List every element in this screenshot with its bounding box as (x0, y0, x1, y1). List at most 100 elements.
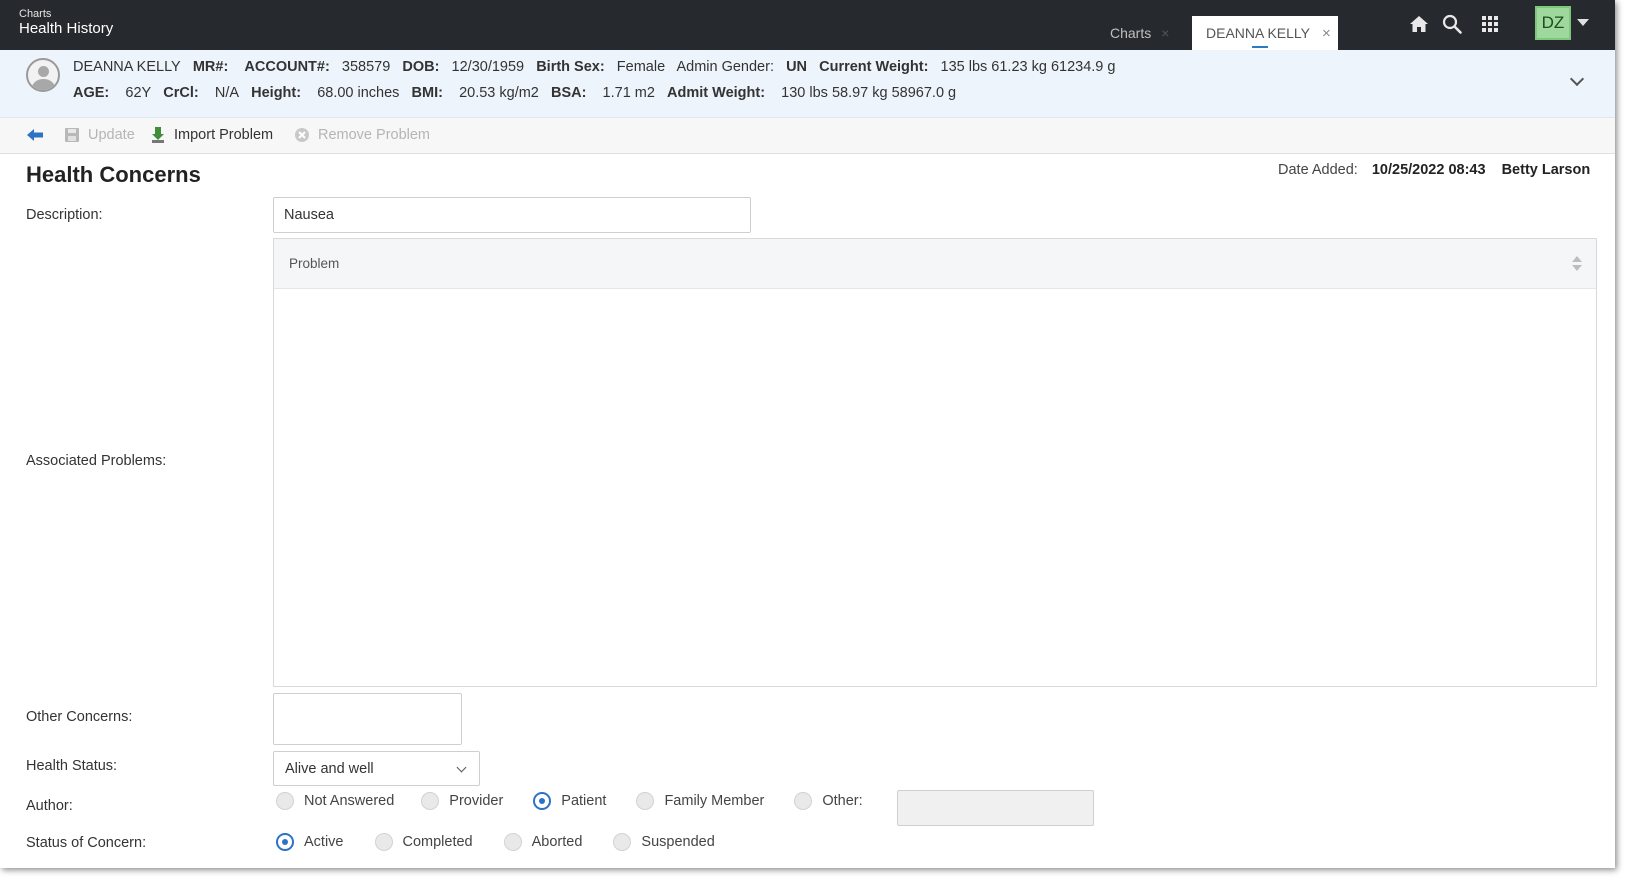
admin-gender-value: UN (786, 59, 808, 75)
app-section-label: Charts (19, 8, 52, 20)
date-added-value: 10/25/2022 08:43 (1371, 162, 1486, 178)
radio-button[interactable] (613, 833, 632, 851)
height-value: 68.00 inches (317, 85, 400, 101)
toolbar: Update Import Problem Remove Problem (0, 118, 1615, 154)
patient-info-row-2: AGE: 62Y CrCl: N/A Height: 68.00 inches … (73, 85, 956, 101)
radio-button[interactable] (421, 792, 440, 810)
back-arrow-icon (27, 129, 43, 141)
crcl-value: N/A (214, 85, 240, 101)
radio-button[interactable] (533, 792, 552, 810)
author-radio-family-member[interactable]: Family Member (636, 792, 764, 810)
dob-label: DOB: (402, 59, 440, 75)
mr-label: MR#: (192, 59, 229, 75)
admit-weight-value: 130 lbs 58.97 kg 58967.0 g (781, 85, 957, 101)
author-radio-group: Not Answered Provider Patient Family Mem… (276, 792, 863, 810)
radio-button[interactable] (794, 792, 813, 810)
author-option-label: Not Answered (304, 793, 395, 809)
author-label: Author: (26, 798, 73, 814)
age-label: AGE: (73, 85, 110, 101)
save-icon (65, 128, 79, 142)
age-value: 62Y (125, 85, 152, 101)
author-other-input[interactable] (897, 790, 1094, 826)
status-option-label: Active (304, 834, 344, 850)
remove-problem-button[interactable]: Remove Problem (294, 127, 430, 143)
patient-info-row-1: DEANNA KELLY MR#: ACCOUNT#: 358579 DOB: … (73, 59, 1115, 75)
other-concerns-label: Other Concerns: (26, 709, 133, 725)
radio-button[interactable] (503, 833, 522, 851)
account-label: ACCOUNT#: (244, 59, 330, 75)
bsa-label: BSA: (550, 85, 587, 101)
app-window: Charts Health History Charts × DEANNA KE… (0, 0, 1615, 868)
sort-down-icon (1572, 265, 1582, 271)
current-weight-value: 135 lbs 61.23 kg 61234.9 g (940, 59, 1116, 75)
birth-sex-value: Female (616, 59, 666, 75)
added-by: Betty Larson (1501, 162, 1591, 178)
author-radio-patient[interactable]: Patient (533, 792, 606, 810)
birth-sex-label: Birth Sex: (536, 59, 605, 75)
tab-charts-close-icon[interactable]: × (1161, 25, 1169, 41)
status-radio-aborted[interactable]: Aborted (503, 833, 583, 851)
page-title: Health Concerns (26, 162, 201, 187)
top-bar: Charts Health History Charts × DEANNA KE… (0, 0, 1615, 50)
patient-avatar-icon (26, 58, 60, 92)
tab-charts[interactable]: Charts × (1098, 16, 1186, 50)
user-menu-caret-icon[interactable] (1577, 19, 1589, 26)
description-field[interactable]: Nausea (273, 197, 751, 233)
status-option-label: Suspended (641, 834, 715, 850)
author-option-label: Provider (449, 793, 504, 809)
status-radio-active[interactable]: Active (276, 833, 344, 851)
bmi-label: BMI: (411, 85, 443, 101)
problem-column-header[interactable]: Problem (274, 239, 1596, 289)
author-radio-provider[interactable]: Provider (421, 792, 503, 810)
author-option-label: Patient (561, 793, 607, 809)
patient-banner: DEANNA KELLY MR#: ACCOUNT#: 358579 DOB: … (0, 50, 1615, 118)
status-radio-group: Active Completed Aborted Suspended (276, 833, 715, 851)
expand-banner-chevron-icon[interactable] (1569, 71, 1585, 87)
radio-button[interactable] (374, 833, 393, 851)
author-radio-not-answered[interactable]: Not Answered (276, 792, 394, 810)
associated-problems-table: Problem (273, 238, 1597, 687)
bsa-value: 1.71 m2 (602, 85, 655, 101)
radio-button[interactable] (276, 792, 294, 810)
radio-button[interactable] (636, 792, 655, 810)
status-of-concern-label: Status of Concern: (26, 835, 147, 851)
health-status-label: Health Status: (26, 758, 118, 774)
author-radio-other[interactable]: Other: (794, 792, 863, 810)
radio-button[interactable] (276, 833, 294, 851)
date-added-label: Date Added: (1278, 162, 1358, 178)
chevron-down-icon (456, 762, 467, 773)
crcl-label: CrCl: (163, 85, 199, 101)
grid-icon[interactable] (1478, 12, 1502, 36)
tab-patient-close-icon[interactable]: × (1322, 25, 1331, 42)
tab-patient[interactable]: DEANNA KELLY × (1192, 16, 1338, 50)
user-avatar[interactable]: DZ (1535, 6, 1571, 40)
status-radio-completed[interactable]: Completed (374, 833, 473, 851)
tab-patient-label: DEANNA KELLY (1206, 25, 1311, 41)
update-label: Update (88, 127, 135, 143)
health-status-select[interactable]: Alive and well (273, 751, 480, 786)
author-option-label: Other: (822, 793, 863, 809)
remove-problem-label: Remove Problem (318, 127, 431, 143)
sort-up-icon (1572, 256, 1582, 262)
active-tab-indicator (1252, 46, 1268, 48)
back-button[interactable] (26, 128, 44, 142)
status-radio-suspended[interactable]: Suspended (613, 833, 715, 851)
height-label: Height: (251, 85, 302, 101)
import-icon (152, 127, 164, 143)
update-button[interactable]: Update (64, 127, 135, 143)
description-label: Description: (26, 207, 103, 223)
associated-problems-label: Associated Problems: (26, 453, 167, 469)
dob-value: 12/30/1959 (451, 59, 525, 75)
current-weight-label: Current Weight: (819, 59, 929, 75)
admin-gender-label: Admin Gender: (676, 59, 774, 75)
search-icon[interactable] (1440, 12, 1464, 36)
date-added: Date Added: 10/25/2022 08:43 Betty Larso… (1278, 162, 1590, 178)
admit-weight-label: Admit Weight: (667, 85, 766, 101)
other-concerns-field[interactable] (273, 693, 462, 745)
import-problem-button[interactable]: Import Problem (150, 127, 273, 143)
app-title: Health History (19, 20, 114, 37)
home-icon[interactable] (1407, 12, 1431, 36)
patient-name: DEANNA KELLY (73, 59, 181, 75)
health-status-value: Alive and well (285, 760, 374, 777)
status-option-label: Aborted (531, 834, 583, 850)
